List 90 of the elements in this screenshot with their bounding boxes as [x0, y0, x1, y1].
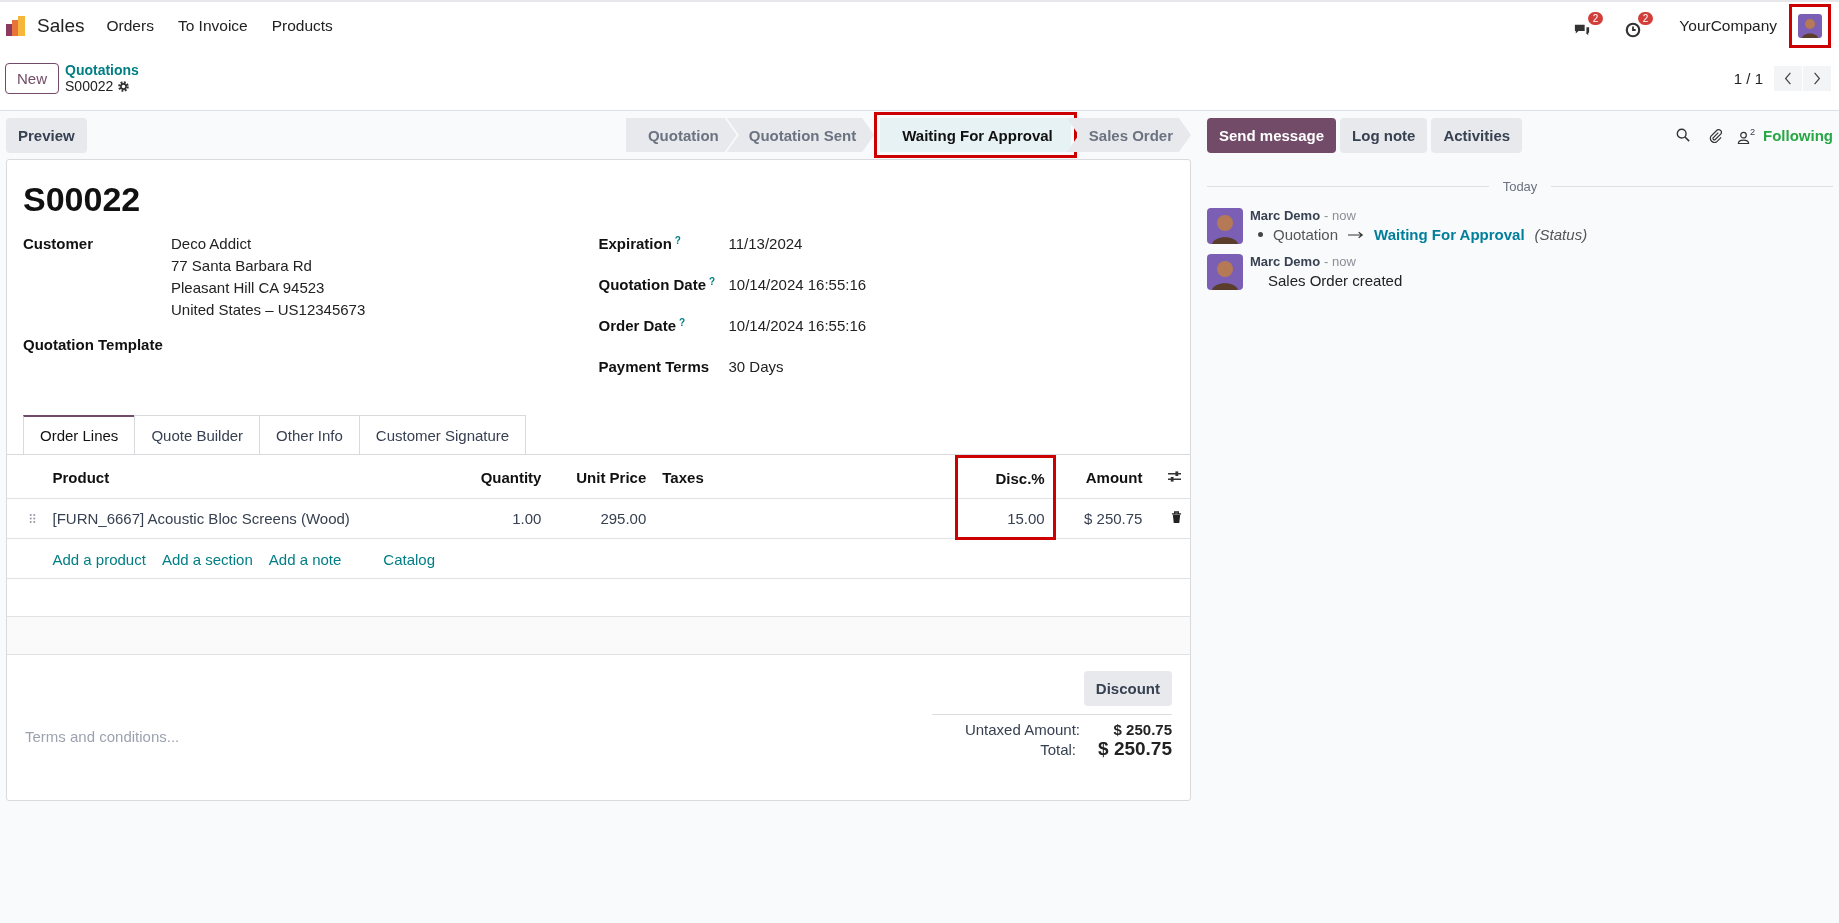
help-tooltip[interactable]: ?: [709, 276, 716, 287]
bullet-icon: [1258, 232, 1263, 237]
total-value: $ 250.75: [1112, 721, 1172, 738]
column-header[interactable]: Disc.%: [956, 456, 1055, 499]
new-button[interactable]: New: [5, 62, 59, 94]
field-value: 10/14/2024 16:55:16: [728, 317, 867, 336]
column-header[interactable]: Taxes: [654, 456, 957, 499]
total-label: Untaxed Amount:: [964, 721, 1080, 738]
activity-count-badge: 2: [1637, 12, 1654, 25]
address-line: United States – US12345673: [171, 301, 366, 318]
app-name[interactable]: Sales: [37, 15, 85, 37]
column-header[interactable]: Quantity: [454, 456, 550, 499]
field-label: Quotation Template: [23, 336, 164, 355]
field-label: Order Date: [598, 317, 677, 334]
chatter-button[interactable]: Send message: [1207, 117, 1337, 153]
arrow-right-icon: [1348, 230, 1365, 239]
address-line: Deco Addict: [171, 235, 253, 252]
record-name: S00022: [65, 78, 114, 94]
add-line-link[interactable]: Add a product: [52, 550, 146, 568]
activity-menu-button[interactable]: 2: [1625, 12, 1654, 40]
author-name: Marc Demo: [1250, 254, 1321, 269]
chatter-button[interactable]: Log note: [1340, 117, 1428, 153]
followers-button[interactable]: 2: [1736, 126, 1755, 144]
sliders-icon[interactable]: [1167, 469, 1182, 483]
clock-icon: [1625, 22, 1642, 38]
pager-value: 1 / 1: [1733, 69, 1763, 87]
old-value: Quotation: [1273, 226, 1339, 243]
status-step[interactable]: Quotation: [625, 118, 737, 152]
messaging-menu-button[interactable]: 2: [1573, 12, 1604, 40]
trash-icon[interactable]: [1171, 511, 1182, 524]
user-avatar[interactable]: [1798, 14, 1822, 38]
total-value: $ 250.75: [1098, 738, 1172, 760]
message-count-badge: 2: [1587, 12, 1604, 25]
terms-field[interactable]: Terms and conditions...: [23, 723, 932, 749]
gear-icon[interactable]: [117, 79, 131, 93]
help-tooltip[interactable]: ?: [674, 235, 681, 246]
chatter-button[interactable]: Activities: [1431, 117, 1523, 153]
previous-button[interactable]: [1774, 65, 1802, 91]
add-line-link[interactable]: Add a section: [161, 550, 253, 568]
menu-item[interactable]: Products: [271, 17, 333, 35]
field-label: Payment Terms: [598, 358, 710, 375]
next-button[interactable]: [1803, 65, 1831, 91]
tracked-field: (Status): [1534, 226, 1588, 243]
table-cell: 15.00: [1007, 509, 1045, 527]
address-line: Pleasant Hill CA 94523: [171, 279, 326, 296]
message-text: Sales Order created: [1268, 272, 1403, 289]
record-title: S00022: [22, 179, 142, 220]
chevron-right-icon: [1813, 71, 1821, 85]
add-line-link[interactable]: Add a note: [268, 550, 342, 568]
add-line-link[interactable]: Catalog: [383, 550, 436, 568]
field-label: Expiration: [598, 235, 672, 252]
author-avatar: [1207, 208, 1243, 244]
tab[interactable]: Order Lines: [23, 415, 136, 454]
field-value: 11/13/2024: [728, 235, 803, 254]
status-step[interactable]: Sales Order: [1066, 118, 1191, 152]
field-label: Customer: [23, 235, 94, 254]
table-cell: $ 250.75: [1084, 510, 1143, 527]
date-separator: Today: [1502, 179, 1538, 194]
preview-button[interactable]: Preview: [6, 117, 87, 153]
help-tooltip[interactable]: ?: [679, 317, 686, 328]
column-header[interactable]: Amount: [1054, 456, 1151, 499]
paperclip-icon[interactable]: [1707, 127, 1723, 143]
field-value: 10/14/2024 16:55:16: [728, 276, 867, 295]
address-line: 77 Santa Barbara Rd: [171, 257, 313, 274]
field-value: 30 Days: [728, 358, 784, 377]
menu-item[interactable]: Orders: [106, 17, 154, 35]
discount-button[interactable]: Discount: [1083, 671, 1172, 706]
company-name[interactable]: YourCompany: [1679, 17, 1777, 35]
chevron-left-icon: [1784, 71, 1792, 85]
field-label: Quotation Date: [598, 276, 706, 293]
message-time: - now: [1324, 208, 1356, 223]
new-value: Waiting For Approval: [1374, 226, 1525, 243]
search-icon[interactable]: [1675, 128, 1690, 142]
person-icon: [1736, 130, 1750, 144]
app-logo-icon[interactable]: [5, 15, 27, 37]
table-cell: [FURN_6667] Acoustic Bloc Screens (Wood): [52, 510, 350, 527]
table-cell: 1.00: [512, 510, 542, 527]
menu-item[interactable]: To Invoice: [177, 17, 248, 35]
column-header[interactable]: Product: [44, 456, 455, 499]
author-name: Marc Demo: [1250, 208, 1321, 223]
column-header[interactable]: Unit Price: [549, 456, 655, 499]
chat-icon: [1573, 22, 1592, 38]
status-step[interactable]: Quotation Sent: [726, 118, 875, 152]
breadcrumb-link[interactable]: Quotations: [65, 62, 139, 78]
tab[interactable]: Customer Signature: [358, 415, 527, 454]
author-avatar: [1207, 254, 1243, 290]
message-time: - now: [1324, 254, 1356, 269]
drag-handle-icon[interactable]: [29, 513, 37, 524]
table-cell: 295.00: [600, 510, 647, 527]
total-label: Total:: [1040, 740, 1077, 758]
